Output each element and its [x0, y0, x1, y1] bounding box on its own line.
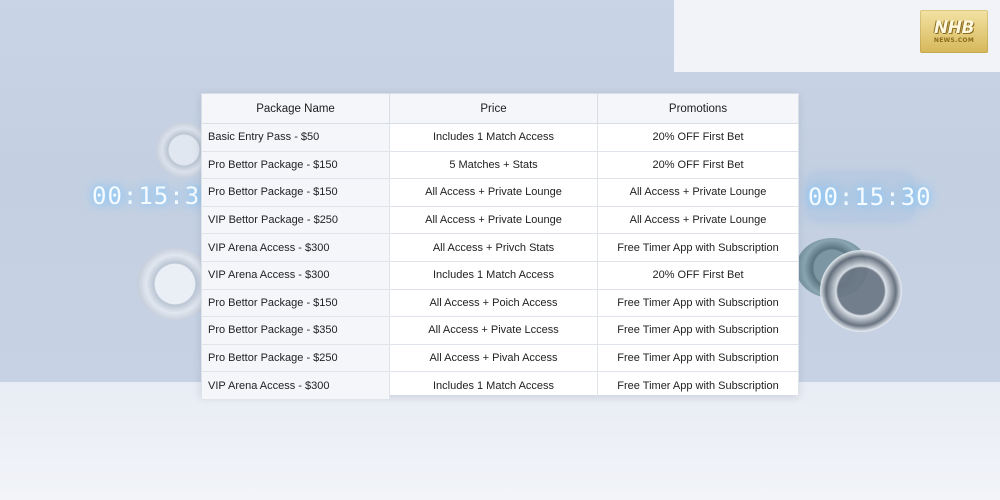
package-name-cell: VIP Bettor Package - $250 [201, 205, 390, 235]
table-row: Pro Bettor Package - $150 5 Matches + St… [201, 150, 799, 180]
table-header-row: Package Name Price Promotions [201, 93, 799, 124]
promotion-cell: 20% OFF First Bet [597, 260, 799, 290]
package-name-cell: Pro Bettor Package - $250 [201, 343, 390, 373]
table-row: VIP Bettor Package - $250 All Access + P… [201, 205, 799, 235]
package-name-cell: VIP Arena Access - $300 [201, 233, 390, 262]
table-row: Pro Bettor Package - $350 All Access + P… [201, 316, 799, 345]
price-cell: 5 Matches + Stats [389, 150, 598, 180]
price-cell: All Access + Pivate Lccess [389, 316, 598, 345]
price-cell: Includes 1 Match Access [389, 260, 598, 290]
package-table: Package Name Price Promotions Basic Entr… [201, 93, 799, 400]
price-cell: All Access + Private Lounge [389, 205, 598, 235]
table-row: Pro Bettor Package - $250 All Access + P… [201, 343, 799, 373]
site-logo[interactable]: NHB NEWS.COM [920, 10, 988, 53]
package-name-cell: Basic Entry Pass - $50 [201, 123, 390, 152]
table-row: VIP Arena Access - $300 All Access + Pri… [201, 233, 799, 262]
logo-subtext: NEWS.COM [933, 36, 975, 44]
column-header-package-name: Package Name [201, 93, 390, 124]
table-row: VIP Arena Access - $300 Includes 1 Match… [201, 371, 799, 400]
table-row: Pro Bettor Package - $150 All Access + P… [201, 178, 799, 207]
column-header-price: Price [389, 93, 598, 124]
poker-chip-icon [820, 250, 902, 332]
promotion-cell: 20% OFF First Bet [597, 150, 799, 180]
price-cell: All Access + Private Lounge [389, 178, 598, 207]
package-name-cell: VIP Arena Access - $300 [201, 371, 390, 400]
package-name-cell: Pro Bettor Package - $150 [201, 150, 390, 180]
promotion-cell: Free Timer App with Subscription [597, 316, 799, 345]
digital-timer-left: 00:15:30 [92, 182, 216, 210]
price-cell: Includes 1 Match Access [389, 123, 598, 152]
promotion-cell: All Access + Private Lounge [597, 205, 799, 235]
logo-text: NHB [934, 17, 974, 38]
package-name-cell: Pro Bettor Package - $150 [201, 178, 390, 207]
table-row: VIP Arena Access - $300 Includes 1 Match… [201, 260, 799, 290]
column-header-promotions: Promotions [597, 93, 799, 124]
table-row: Basic Entry Pass - $50 Includes 1 Match … [201, 123, 799, 152]
digital-timer-right: 00:15:30 [808, 174, 931, 220]
package-name-cell: VIP Arena Access - $300 [201, 260, 390, 290]
price-cell: All Access + Poich Access [389, 288, 598, 318]
promotion-cell: Free Timer App with Subscription [597, 343, 799, 373]
promotion-cell: 20% OFF First Bet [597, 123, 799, 152]
price-cell: All Access + Pivah Access [389, 343, 598, 373]
price-cell: Includes 1 Match Access [389, 371, 598, 400]
promotion-cell: All Access + Private Lounge [597, 178, 799, 207]
promotion-cell: Free Timer App with Subscription [597, 371, 799, 400]
promotion-cell: Free Timer App with Subscription [597, 288, 799, 318]
promotion-cell: Free Timer App with Subscription [597, 233, 799, 262]
package-name-cell: Pro Bettor Package - $150 [201, 288, 390, 318]
package-name-cell: Pro Bettor Package - $350 [201, 316, 390, 345]
price-cell: All Access + Privch Stats [389, 233, 598, 262]
table-row: Pro Bettor Package - $150 All Access + P… [201, 288, 799, 318]
package-table-card: Package Name Price Promotions Basic Entr… [201, 93, 799, 400]
